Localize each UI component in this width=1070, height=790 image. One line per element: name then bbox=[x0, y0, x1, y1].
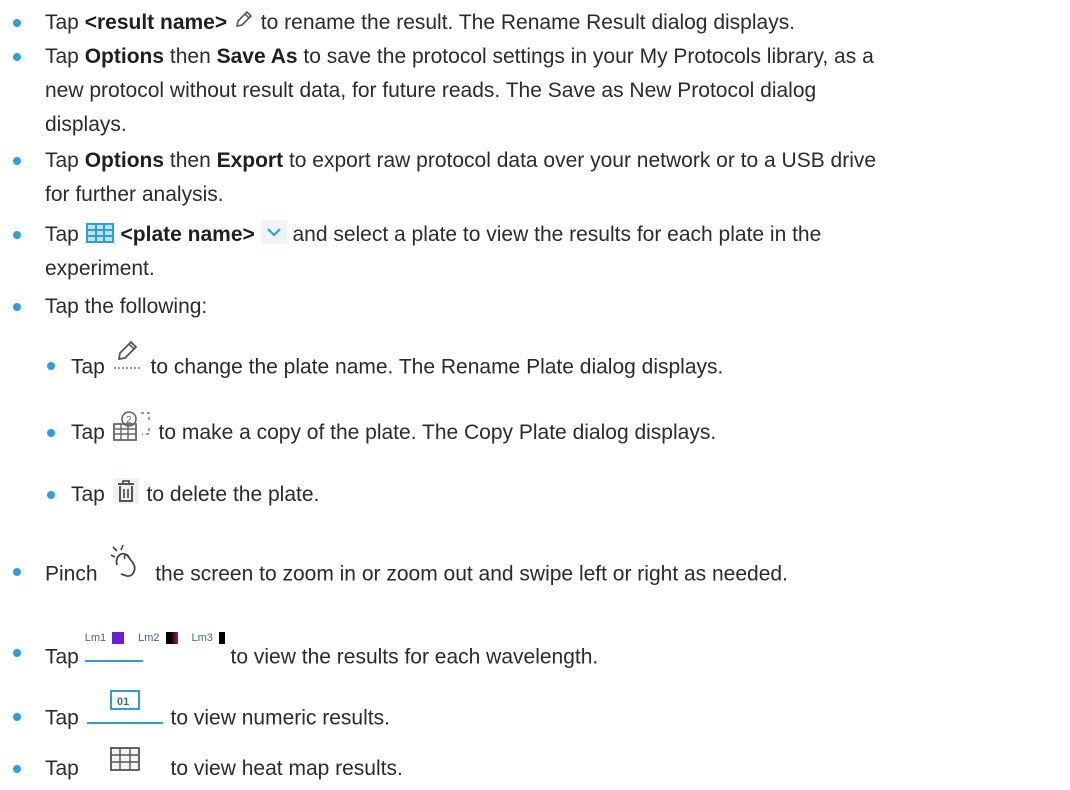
item-text: Tap bbox=[45, 757, 79, 780]
item-text: to view heat map results. bbox=[170, 757, 403, 780]
tab-lm2[interactable]: Lm2 bbox=[138, 626, 178, 650]
item-text: Tap bbox=[45, 645, 79, 669]
bullet bbox=[13, 19, 21, 27]
item-text: for further analysis. bbox=[45, 183, 224, 206]
export-label: Export bbox=[216, 149, 284, 172]
pinch-gesture-icon bbox=[103, 541, 149, 581]
item-text: to view the results for each wavelength. bbox=[230, 645, 599, 669]
item-text: to export raw protocol data over your ne… bbox=[288, 149, 877, 172]
plate-grid-icon bbox=[85, 222, 115, 244]
rename-plate-icon bbox=[111, 337, 145, 375]
item-text: Tap bbox=[71, 421, 105, 444]
item-text: to delete the plate. bbox=[146, 483, 320, 506]
item-text: to make a copy of the plate. The Copy Pl… bbox=[158, 421, 717, 444]
item-text: Tap bbox=[45, 223, 79, 246]
bullet bbox=[47, 362, 55, 370]
tab-label: Lm2 bbox=[138, 632, 160, 644]
bullet bbox=[13, 568, 21, 576]
bullet bbox=[13, 713, 21, 721]
item-text: then bbox=[169, 149, 211, 172]
item-text: experiment. bbox=[45, 257, 155, 280]
numeric-view-icon[interactable]: 01 bbox=[85, 688, 165, 726]
document: Tap <result name> to rename the result. … bbox=[0, 0, 1070, 790]
item-text: and select a plate to view the results f… bbox=[292, 223, 822, 246]
wavelength-tabs[interactable]: Lm1 Lm2 Lm3 bbox=[84, 626, 225, 670]
save-as-label: Save As bbox=[216, 45, 298, 68]
item-text: displays. bbox=[45, 113, 127, 136]
options-label: Options bbox=[84, 149, 165, 172]
item-text: Tap bbox=[45, 45, 79, 68]
heat-map-view-icon[interactable] bbox=[85, 746, 165, 776]
color-swatch bbox=[218, 632, 225, 644]
item-text: Tap bbox=[71, 355, 105, 379]
active-tab-underline bbox=[84, 660, 143, 662]
item-text: the screen to zoom in or zoom out and sw… bbox=[155, 562, 788, 586]
bullet bbox=[13, 157, 21, 165]
numeric-icon-label: 01 bbox=[117, 696, 129, 708]
bullet bbox=[13, 303, 21, 311]
tab-label: Lm1 bbox=[84, 632, 107, 644]
color-swatch bbox=[165, 632, 178, 644]
item-text: Tap bbox=[45, 11, 79, 34]
item-text: Tap bbox=[45, 706, 79, 730]
item-text: Tap bbox=[45, 149, 79, 172]
pencil-icon bbox=[233, 8, 255, 30]
item-text: Tap the following: bbox=[45, 295, 208, 318]
options-label: Options bbox=[84, 45, 165, 68]
item-text: to view numeric results. bbox=[170, 706, 390, 730]
item-text: Tap bbox=[71, 483, 105, 506]
item-text: to save the protocol settings in your My… bbox=[303, 45, 874, 68]
bullet bbox=[13, 231, 21, 239]
copy-plate-icon: 2 bbox=[111, 410, 153, 444]
item-text: then bbox=[169, 45, 211, 68]
result-name-label: <result name> bbox=[84, 11, 228, 34]
tab-lm3[interactable]: Lm3 bbox=[192, 626, 225, 650]
trash-icon bbox=[111, 476, 141, 506]
bullet bbox=[47, 491, 55, 499]
plate-name-label: <plate name> bbox=[120, 223, 255, 246]
chevron-down-icon bbox=[260, 220, 287, 245]
item-text: new protocol without result data, for fu… bbox=[45, 79, 817, 102]
item-text: to rename the result. The Rename Result … bbox=[260, 11, 796, 34]
tab-label: Lm3 bbox=[191, 632, 213, 644]
tab-lm1[interactable]: Lm1 bbox=[85, 626, 125, 650]
color-swatch bbox=[112, 632, 125, 644]
item-text: Pinch bbox=[45, 562, 98, 586]
bullet bbox=[13, 53, 21, 61]
bullet bbox=[47, 429, 55, 437]
bullet bbox=[13, 765, 21, 773]
bullet bbox=[13, 649, 21, 657]
item-text: to change the plate name. The Rename Pla… bbox=[150, 355, 724, 379]
